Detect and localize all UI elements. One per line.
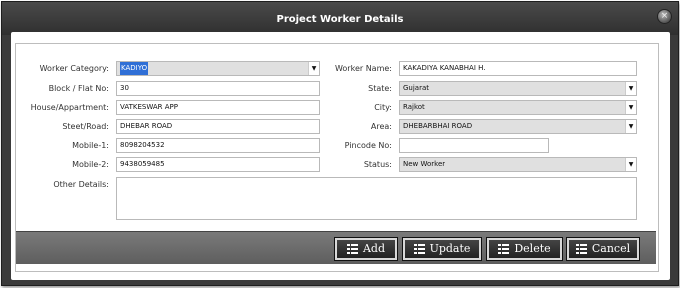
list-icon xyxy=(498,244,510,254)
state-value: Gujarat xyxy=(403,84,430,92)
steet-road-input[interactable]: DHEBAR ROAD xyxy=(116,119,320,134)
block-flat-label: Block / Flat No: xyxy=(48,84,109,93)
list-icon xyxy=(346,244,358,254)
add-button-label: Add xyxy=(362,242,386,255)
other-details-textarea[interactable] xyxy=(116,177,637,220)
worker-details-dialog: Project Worker Details × Worker Category… xyxy=(0,0,680,288)
worker-category-value: KADIYO xyxy=(120,62,149,75)
mobile-2-label: Mobile-2: xyxy=(72,160,109,169)
button-toolbar: Add Update Delete Cancel xyxy=(16,231,656,264)
worker-name-input[interactable]: KAKADIYA KANABHAI H. xyxy=(399,61,637,76)
update-button[interactable]: Update xyxy=(402,237,482,261)
update-button-label: Update xyxy=(429,242,471,255)
chevron-down-icon: ▼ xyxy=(625,101,636,114)
city-value: Rajkot xyxy=(403,103,425,111)
mobile-1-input[interactable]: 8098204532 xyxy=(116,138,320,153)
cancel-button-label: Cancel xyxy=(591,242,631,255)
list-icon xyxy=(575,244,587,254)
worker-category-label: Worker Category: xyxy=(39,64,109,73)
chevron-down-icon: ▼ xyxy=(625,82,636,95)
dialog-frame: Project Worker Details × Worker Category… xyxy=(1,1,679,286)
area-select[interactable]: DHEBARBHAI ROAD ▼ xyxy=(399,119,637,134)
area-value: DHEBARBHAI ROAD xyxy=(403,122,473,130)
city-select[interactable]: Rajkot ▼ xyxy=(399,100,637,115)
state-label: State: xyxy=(368,84,392,93)
chevron-down-icon: ▼ xyxy=(625,158,636,171)
add-button[interactable]: Add xyxy=(334,237,398,261)
area-label: Area: xyxy=(370,122,392,131)
block-flat-input[interactable]: 30 xyxy=(116,81,320,96)
city-label: City: xyxy=(374,103,392,112)
list-icon xyxy=(413,244,425,254)
dialog-title: Project Worker Details xyxy=(276,14,404,25)
pincode-label: Pincode No: xyxy=(344,141,392,150)
status-select[interactable]: New Worker ▼ xyxy=(399,157,637,172)
cancel-button[interactable]: Cancel xyxy=(566,237,640,261)
close-icon[interactable]: × xyxy=(657,9,672,24)
other-details-label: Other Details: xyxy=(53,180,109,189)
house-appartment-input[interactable]: VATKESWAR APP xyxy=(116,100,320,115)
delete-button[interactable]: Delete xyxy=(486,237,563,261)
delete-button-label: Delete xyxy=(514,242,551,255)
mobile-2-input[interactable]: 9438059485 xyxy=(116,157,320,172)
worker-name-label: Worker Name: xyxy=(334,64,392,73)
house-appartment-label: House/Appartment: xyxy=(30,103,109,112)
pincode-input[interactable] xyxy=(399,138,549,153)
status-label: Status: xyxy=(363,160,392,169)
mobile-1-label: Mobile-1: xyxy=(72,141,109,150)
worker-category-select[interactable]: KADIYO ▼ xyxy=(116,61,320,76)
status-value: New Worker xyxy=(403,160,446,168)
title-bar: Project Worker Details × xyxy=(2,2,678,35)
state-select[interactable]: Gujarat ▼ xyxy=(399,81,637,96)
chevron-down-icon: ▼ xyxy=(625,120,636,133)
steet-road-label: Steet/Road: xyxy=(62,122,109,131)
